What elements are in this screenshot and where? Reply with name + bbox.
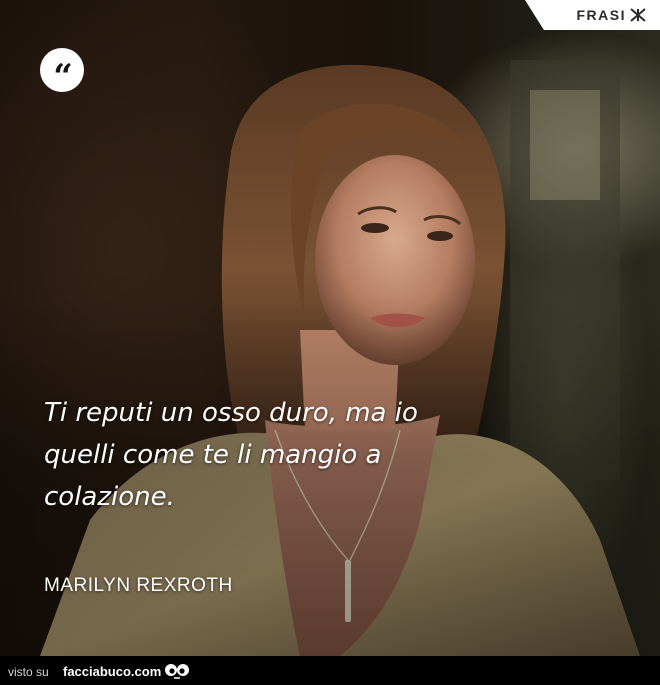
brand-name: FRASI (576, 7, 626, 23)
footer-bar: visto su facciabuco.com (0, 656, 660, 685)
quote-mark-icon: “ (53, 57, 73, 97)
photo-shade (0, 0, 660, 656)
footer-prefix: visto su (8, 665, 49, 679)
site-link[interactable]: facciabuco.com (63, 664, 161, 679)
quote-line: quelli come te li mangio a (44, 440, 382, 470)
brand-tab[interactable]: FRASI (525, 0, 660, 30)
crossed-lines-icon (630, 8, 646, 22)
quote-card: FRASI “ Ti reputi un osso duro, ma io qu… (0, 0, 660, 685)
quote-line: colazione. (44, 482, 175, 512)
quote-mark-badge: “ (40, 48, 84, 97)
quote-line: Ti reputi un osso duro, ma io (44, 398, 418, 428)
quote-author: MARILYN REXROTH (44, 575, 233, 596)
eyes-icon (165, 664, 189, 679)
quote-text: Ti reputi un osso duro, ma io quelli com… (44, 392, 514, 518)
